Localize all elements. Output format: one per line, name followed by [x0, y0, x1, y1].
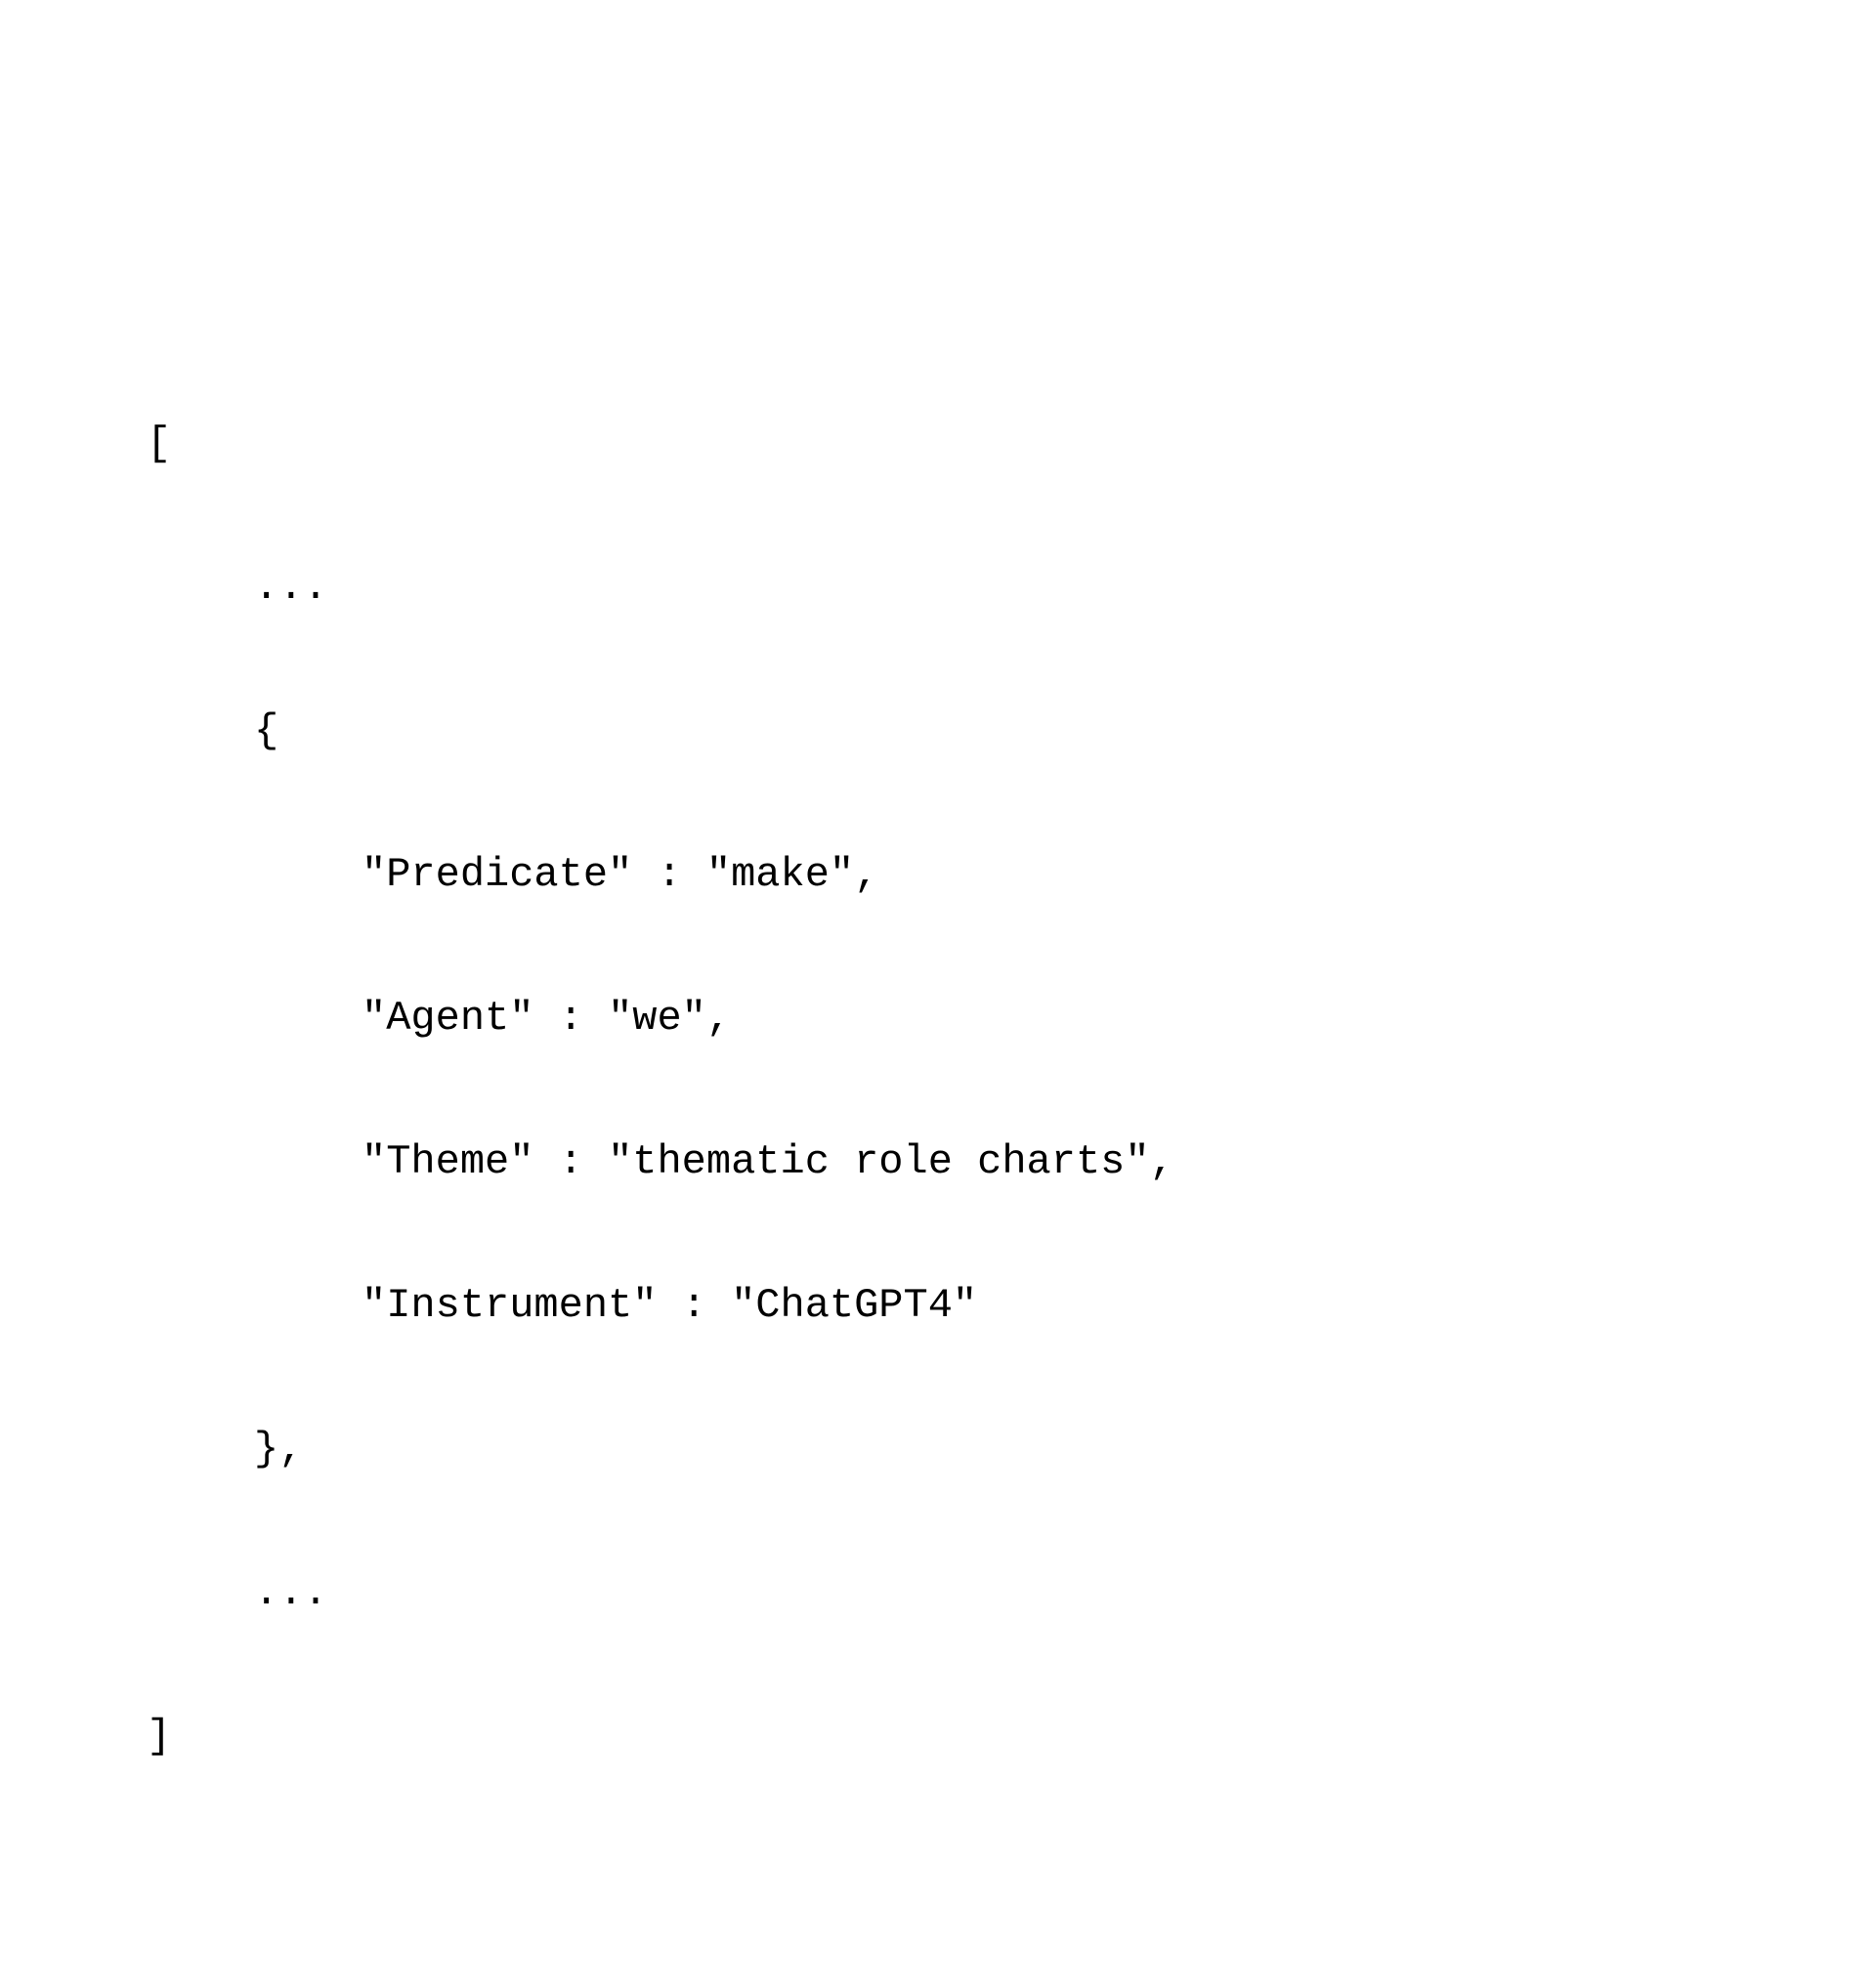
ellipsis-bottom: ... [147, 1558, 1876, 1630]
pair-key: "Predicate" [362, 851, 632, 898]
pair-line-3: "Instrument" : "ChatGPT4" [147, 1270, 1876, 1343]
open-brace-line: { [147, 696, 1876, 768]
close-bracket-line: ] [147, 1701, 1876, 1773]
pair-line-1: "Agent" : "we", [147, 983, 1876, 1055]
json-code-block: [ ... { "Predicate" : "make", "Agent" : … [147, 336, 1876, 1845]
pair-value: "thematic role charts" [608, 1138, 1150, 1185]
pair-line-2: "Theme" : "thematic role charts", [147, 1127, 1876, 1199]
pair-value: "make" [706, 851, 854, 898]
pair-key: "Theme" [362, 1138, 533, 1185]
pair-value: "we" [608, 995, 706, 1042]
pair-comma: , [854, 851, 878, 898]
pair-value: "ChatGPT4" [731, 1282, 977, 1329]
pair-key: "Instrument" [362, 1282, 657, 1329]
pair-comma: , [1150, 1138, 1174, 1185]
pair-line-0: "Predicate" : "make", [147, 839, 1876, 912]
open-bracket-line: [ [147, 408, 1876, 481]
pair-key: "Agent" [362, 995, 533, 1042]
ellipsis-top: ... [147, 552, 1876, 624]
close-brace-line: }, [147, 1414, 1876, 1486]
pair-comma: , [706, 995, 731, 1042]
